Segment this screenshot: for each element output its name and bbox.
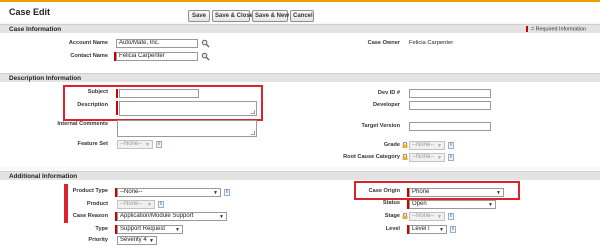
status-label: Status <box>382 200 400 206</box>
chevron-down-icon: ▼ <box>437 214 442 220</box>
chevron-down-icon: ▼ <box>145 142 150 148</box>
resize-handle[interactable] <box>251 131 255 135</box>
highlight-box-subject-description <box>63 85 263 121</box>
description-information-header: Description Information <box>0 73 600 82</box>
priority-value: Severity 4 <box>120 237 147 243</box>
chevron-down-icon: ▼ <box>149 238 154 244</box>
section-title: Description Information <box>9 75 82 82</box>
chevron-down-icon: ▼ <box>439 227 444 233</box>
lock-icon <box>402 213 408 219</box>
level-select[interactable]: Level I ▼ <box>409 225 447 234</box>
info-icon[interactable]: i <box>450 226 456 233</box>
grade-value: --None-- <box>412 142 435 148</box>
product-select[interactable]: --None-- ▼ <box>117 200 155 209</box>
info-icon[interactable]: i <box>448 142 454 149</box>
account-name-field[interactable]: Auto/Mate, Inc. <box>116 39 198 48</box>
developer-label: Developer <box>372 102 400 108</box>
feature-set-label: Feature Set <box>77 141 108 147</box>
case-edit-page: Case Edit Save Save & Close Save & New C… <box>0 0 600 251</box>
chevron-down-icon: ▼ <box>175 227 180 233</box>
account-lookup-icon[interactable] <box>201 39 210 48</box>
chevron-down-icon: ▼ <box>147 202 152 208</box>
type-select[interactable]: Support Request ▼ <box>117 225 183 234</box>
chevron-down-icon: ▼ <box>219 214 224 220</box>
additional-information-header: Additional Information <box>0 171 600 180</box>
case-owner-label: Case Owner <box>367 40 400 46</box>
lock-icon <box>402 142 408 148</box>
cancel-button[interactable]: Cancel <box>290 10 314 22</box>
required-legend-text: = Required Information <box>531 26 586 33</box>
info-icon[interactable]: i <box>448 213 454 220</box>
contact-name-field[interactable]: Felicia Carpenter <box>116 52 198 61</box>
grade-label: Grade <box>383 142 400 148</box>
additional-information-section: Additional Information Product Type --No… <box>0 170 600 251</box>
type-label: Type <box>95 226 108 232</box>
target-version-label: Target Version <box>361 123 400 129</box>
root-cause-value: --None-- <box>412 154 435 160</box>
chevron-down-icon: ▼ <box>437 143 442 149</box>
status-value: Open <box>412 201 427 207</box>
internal-comments-label: Internal Comments <box>57 121 108 127</box>
product-value: --None-- <box>120 201 143 207</box>
save-and-new-button[interactable]: Save & New <box>252 10 289 22</box>
page-header: Case Edit Save Save & Close Save & New C… <box>0 0 600 22</box>
product-type-select[interactable]: --None-- ▼ <box>117 188 221 197</box>
case-information-header: Case Information = Required Information <box>0 24 600 33</box>
required-legend: = Required Information <box>526 26 586 32</box>
case-owner-value: Felicia Carpenter <box>409 40 454 46</box>
level-label: Level <box>385 226 400 232</box>
case-reason-select[interactable]: Application/Module Support ▼ <box>117 212 227 221</box>
status-select[interactable]: Open ▼ <box>409 200 496 209</box>
chevron-down-icon: ▼ <box>488 202 493 208</box>
feature-set-value: --None-- <box>120 141 143 147</box>
internal-comments-textarea[interactable] <box>117 120 257 137</box>
root-cause-category-select[interactable]: --None-- ▼ <box>409 153 445 162</box>
contact-lookup-icon[interactable] <box>201 52 210 61</box>
case-reason-value: Application/Module Support <box>120 213 194 219</box>
info-icon[interactable]: i <box>158 201 164 208</box>
priority-select[interactable]: Severity 4 ▼ <box>117 236 157 245</box>
feature-set-select[interactable]: --None-- ▼ <box>117 140 153 149</box>
target-version-input[interactable] <box>409 122 491 131</box>
stage-value: --None-- <box>412 213 435 219</box>
section-title: Case Information <box>9 26 62 33</box>
info-icon[interactable]: i <box>448 154 454 161</box>
product-type-value: --None-- <box>120 189 143 195</box>
info-icon[interactable]: i <box>224 189 230 196</box>
dev-id-label: Dev ID # <box>377 90 400 96</box>
root-cause-category-label: Root Cause Category <box>343 154 400 160</box>
save-button[interactable]: Save <box>188 10 210 22</box>
grade-select[interactable]: --None-- ▼ <box>409 141 445 150</box>
stage-label: Stage <box>384 213 400 219</box>
chevron-down-icon: ▼ <box>437 155 442 161</box>
chevron-down-icon: ▼ <box>213 190 218 196</box>
account-name-label: Account Name <box>68 40 108 46</box>
developer-input[interactable] <box>409 101 491 110</box>
type-value: Support Request <box>120 226 166 232</box>
contact-name-label: Contact Name <box>70 53 108 59</box>
dev-id-input[interactable] <box>409 89 491 98</box>
description-information-section: Description Information Subject Descript… <box>0 72 600 167</box>
highlight-box-product-type-case-reason <box>64 184 68 223</box>
required-indicator <box>526 26 528 32</box>
page-title: Case Edit <box>9 7 51 17</box>
level-value: Level I <box>412 226 430 232</box>
section-title: Additional Information <box>9 173 78 180</box>
case-information-section: Case Information = Required Information … <box>0 24 600 72</box>
priority-label: Priority <box>88 237 108 243</box>
save-and-close-button[interactable]: Save & Close <box>212 10 253 22</box>
lock-icon <box>402 154 408 160</box>
info-icon[interactable]: i <box>156 141 162 148</box>
stage-select[interactable]: --None-- ▼ <box>409 212 445 221</box>
highlight-box-case-origin <box>354 181 520 200</box>
